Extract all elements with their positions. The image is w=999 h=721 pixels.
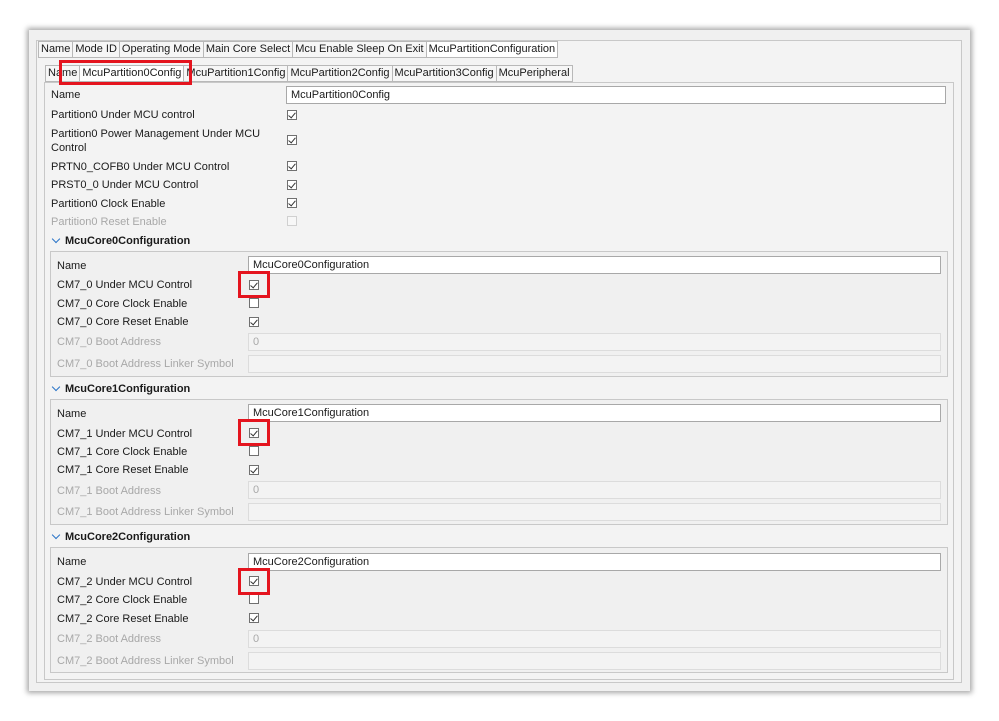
subtab-partition3[interactable]: McuPartition3Config xyxy=(391,65,496,82)
core0-name-input[interactable]: McuCore0Configuration xyxy=(248,256,941,274)
chevron-down-icon xyxy=(51,234,61,244)
subtab-partition0[interactable]: McuPartition0Config xyxy=(79,65,184,82)
core0-boot-addr-label: CM7_0 Boot Address xyxy=(57,336,161,348)
partition-clock-label: Partition0 Clock Enable xyxy=(51,198,166,210)
partition-reset-checkbox xyxy=(287,216,297,226)
core2-boot-addr-input: 0 xyxy=(248,630,941,648)
tab-mode-id[interactable]: Mode ID xyxy=(72,41,119,58)
partition-power-mgmt-checkbox[interactable] xyxy=(287,135,297,145)
partition-prst-label: PRST0_0 Under MCU Control xyxy=(51,179,199,191)
subtab-peripheral[interactable]: McuPeripheral xyxy=(495,65,573,82)
core2-boot-sym-label: CM7_2 Boot Address Linker Symbol xyxy=(57,655,234,667)
core0-boot-sym-label: CM7_0 Boot Address Linker Symbol xyxy=(57,358,234,370)
core1-reset-label: CM7_1 Core Reset Enable xyxy=(57,464,189,476)
core1-section-header[interactable]: McuCore1Configuration xyxy=(51,382,191,395)
core1-reset-checkbox[interactable] xyxy=(249,465,259,475)
core1-section-title: McuCore1Configuration xyxy=(65,383,191,395)
core0-reset-label: CM7_0 Core Reset Enable xyxy=(57,316,189,328)
chevron-down-icon xyxy=(51,530,61,540)
partition-reset-label: Partition0 Reset Enable xyxy=(51,216,167,228)
tab-operating-mode[interactable]: Operating Mode xyxy=(118,41,203,58)
core1-under-mcu-label: CM7_1 Under MCU Control xyxy=(57,428,193,440)
core0-boot-sym-input xyxy=(248,355,941,373)
tab-main-core-select[interactable]: Main Core Select xyxy=(202,41,293,58)
partition-prst-checkbox[interactable] xyxy=(287,180,297,190)
core1-clock-label: CM7_1 Core Clock Enable xyxy=(57,446,188,458)
core2-reset-checkbox[interactable] xyxy=(249,613,259,623)
core1-name-label: Name xyxy=(57,408,87,420)
core0-boot-addr-input: 0 xyxy=(248,333,941,351)
core1-boot-addr-label: CM7_1 Boot Address xyxy=(57,485,161,497)
partition-under-mcu-label: Partition0 Under MCU control xyxy=(51,109,195,121)
core2-under-mcu-checkbox[interactable] xyxy=(249,576,259,586)
tab-name[interactable]: Name xyxy=(38,41,73,58)
tab-mcu-partition-configuration[interactable]: McuPartitionConfiguration xyxy=(425,41,559,58)
core0-clock-checkbox[interactable] xyxy=(249,298,259,308)
core2-name-label: Name xyxy=(57,556,87,568)
core2-section-header[interactable]: McuCore2Configuration xyxy=(51,530,191,543)
core0-section-header[interactable]: McuCore0Configuration xyxy=(51,234,191,247)
core2-reset-label: CM7_2 Core Reset Enable xyxy=(57,613,189,625)
core2-boot-sym-input xyxy=(248,652,941,670)
core0-name-label: Name xyxy=(57,260,87,272)
core2-boot-addr-label: CM7_2 Boot Address xyxy=(57,633,161,645)
core1-name-input[interactable]: McuCore1Configuration xyxy=(248,404,941,422)
core1-boot-addr-input: 0 xyxy=(248,481,941,499)
core1-under-mcu-checkbox[interactable] xyxy=(249,428,259,438)
core1-clock-checkbox[interactable] xyxy=(249,446,259,456)
core2-name-input[interactable]: McuCore2Configuration xyxy=(248,553,941,571)
chevron-down-icon xyxy=(51,382,61,392)
tab-mcu-enable-sleep[interactable]: Mcu Enable Sleep On Exit xyxy=(292,41,426,58)
sub-tab-bar: Name McuPartition0Config McuPartition1Co… xyxy=(45,65,573,82)
subtab-partition2[interactable]: McuPartition2Config xyxy=(287,65,392,82)
core2-clock-label: CM7_2 Core Clock Enable xyxy=(57,594,188,606)
core0-clock-label: CM7_0 Core Clock Enable xyxy=(57,298,188,310)
subtab-name[interactable]: Name xyxy=(45,65,80,82)
partition-clock-checkbox[interactable] xyxy=(287,198,297,208)
core0-reset-checkbox[interactable] xyxy=(249,317,259,327)
core2-clock-checkbox[interactable] xyxy=(249,594,259,604)
core1-boot-sym-label: CM7_1 Boot Address Linker Symbol xyxy=(57,506,234,518)
partition-under-mcu-checkbox[interactable] xyxy=(287,110,297,120)
partition-cofb-label: PRTN0_COFB0 Under MCU Control xyxy=(51,161,230,173)
core0-section-title: McuCore0Configuration xyxy=(65,235,191,247)
top-tab-bar: Name Mode ID Operating Mode Main Core Se… xyxy=(38,41,559,58)
core0-under-mcu-label: CM7_0 Under MCU Control xyxy=(57,279,193,291)
core1-boot-sym-input xyxy=(248,503,941,521)
partition-cofb-checkbox[interactable] xyxy=(287,161,297,171)
subtab-partition1[interactable]: McuPartition1Config xyxy=(183,65,288,82)
partition-power-mgmt-label: Partition0 Power Management Under MCU Co… xyxy=(51,128,261,154)
partition-name-label: Name xyxy=(51,89,81,101)
core2-under-mcu-label: CM7_2 Under MCU Control xyxy=(57,576,193,588)
partition-name-input[interactable]: McuPartition0Config xyxy=(286,86,946,104)
core0-under-mcu-checkbox[interactable] xyxy=(249,280,259,290)
core2-section-title: McuCore2Configuration xyxy=(65,531,191,543)
